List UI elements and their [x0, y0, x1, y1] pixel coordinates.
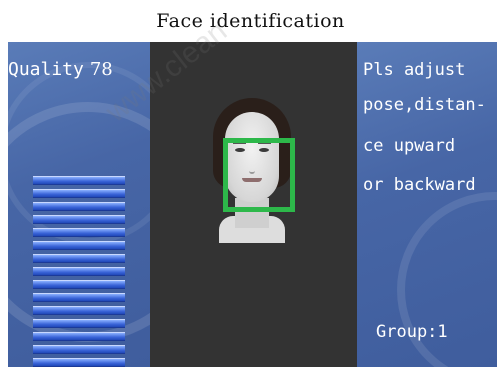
quality-bar — [33, 358, 125, 367]
camera-preview — [150, 42, 357, 367]
prompt-line: ce upward — [363, 136, 456, 156]
quality-label: Quality — [8, 59, 84, 80]
screen-title: Face identification — [156, 10, 345, 32]
prompt-line: or backward — [363, 175, 476, 195]
prompt-panel: Pls adjust pose,distan- ce upward or bac… — [357, 42, 497, 367]
quality-value: 78 — [89, 59, 113, 80]
quality-bar — [33, 254, 125, 263]
prompt-line: Pls adjust — [363, 60, 466, 80]
prompt-line: pose,distan- — [363, 95, 486, 115]
quality-bar — [33, 176, 125, 185]
quality-bar — [33, 267, 125, 276]
quality-bar — [33, 215, 125, 224]
quality-panel: Quality 78 — [8, 42, 150, 367]
quality-bar — [33, 189, 125, 198]
quality-bar — [33, 345, 125, 354]
group-label: Group:1 — [376, 322, 448, 342]
quality-bar — [33, 332, 125, 341]
quality-bar — [33, 293, 125, 302]
quality-bar — [33, 241, 125, 250]
quality-bar — [33, 319, 125, 328]
quality-meter — [33, 172, 125, 367]
quality-bar — [33, 280, 125, 289]
quality-readout: Quality 78 — [8, 59, 113, 80]
quality-bar — [33, 228, 125, 237]
face-detection-box — [223, 138, 295, 212]
quality-bar — [33, 202, 125, 211]
face-identification-screen: Face identification Quality 78 Pls adjus… — [0, 0, 501, 371]
quality-bar — [33, 306, 125, 315]
